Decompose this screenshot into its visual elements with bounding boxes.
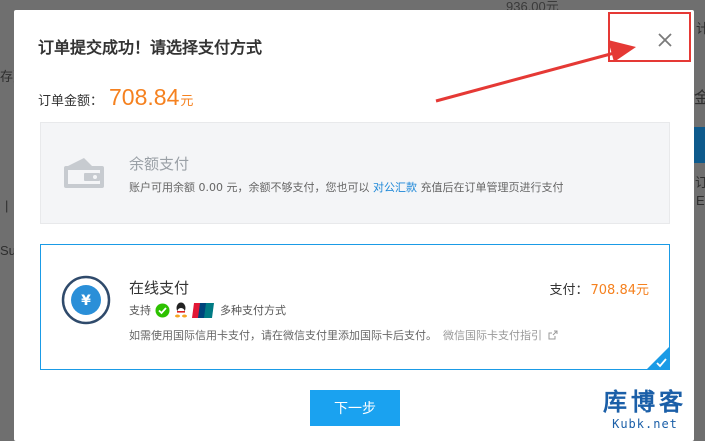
yen-icon: ¥ — [61, 275, 111, 325]
bg-fragment: 金 — [694, 90, 705, 107]
balance-payment-option[interactable]: 余额支付 账户可用余额 0.00 元，余额不够支付，您也可以 对公汇款 充值后在… — [40, 122, 670, 224]
methods-label: 多种支付方式 — [220, 304, 286, 317]
wechat-intl-guide-link[interactable]: 微信国际卡支付指引 — [443, 327, 558, 343]
payment-modal: 订单提交成功！请选择支付方式 订单金额： 708.84 元 余额支付 账户可用余… — [14, 10, 694, 441]
pay-label: 支付： — [549, 283, 589, 298]
wallet-icon — [64, 158, 104, 188]
guide-link-text: 微信国际卡支付指引 — [443, 329, 542, 342]
bg-fragment: | — [5, 198, 9, 213]
order-amount-row: 订单金额： 708.84 元 — [38, 84, 193, 111]
payment-methods-row: 支持 多种支付方式 — [129, 302, 286, 318]
order-amount-value: 708.84 — [109, 84, 180, 110]
corporate-transfer-link[interactable]: 对公汇款 — [373, 181, 417, 194]
balance-payment-desc: 账户可用余额 0.00 元，余额不够支付，您也可以 对公汇款 充值后在订单管理页… — [129, 179, 563, 195]
balance-desc-suffix: 充值后在订单管理页进行支付 — [420, 181, 564, 194]
intl-card-note-text: 如需使用国际信用卡支付，请在微信支付里添加国际卡后支付。 — [129, 329, 437, 342]
bg-fragment: 订 — [695, 175, 705, 190]
close-icon — [658, 33, 672, 47]
order-amount-unit: 元 — [180, 94, 194, 109]
next-step-button[interactable]: 下一步 — [310, 390, 400, 426]
online-pay-amount: 支付： 708.84元 — [549, 279, 649, 298]
online-payment-option[interactable]: ¥ 在线支付 支持 多种支付方式 如需使用国际信用卡支付，请在微信支付里添加国际… — [40, 244, 670, 370]
watermark-logo: 库博客 Kubk.net — [599, 387, 691, 431]
qq-icon — [175, 302, 187, 318]
support-label: 支持 — [129, 304, 151, 317]
close-button[interactable] — [654, 29, 676, 51]
order-amount-label: 订单金额： — [38, 94, 104, 109]
modal-title: 订单提交成功！请选择支付方式 — [38, 40, 263, 57]
selected-check-icon — [646, 346, 670, 370]
external-link-icon — [548, 330, 557, 340]
intl-card-note: 如需使用国际信用卡支付，请在微信支付里添加国际卡后支付。 微信国际卡支付指引 — [129, 327, 558, 343]
svg-text:¥: ¥ — [81, 293, 91, 309]
bg-fragment: E — [696, 193, 705, 208]
bg-fragment: 计 — [696, 21, 705, 36]
bg-blue-block — [693, 127, 705, 163]
unionpay-icon — [192, 302, 214, 318]
pay-value: 708.84元 — [590, 283, 650, 298]
watermark-main-text: 库博客 — [603, 387, 687, 416]
wechat-icon — [155, 303, 170, 317]
balance-payment-title: 余额支付 — [129, 155, 190, 173]
online-payment-title: 在线支付 — [129, 279, 190, 297]
watermark-sub-text: Kubk.net — [612, 417, 678, 431]
balance-desc-prefix: 账户可用余额 0.00 元，余额不够支付，您也可以 — [129, 181, 370, 194]
